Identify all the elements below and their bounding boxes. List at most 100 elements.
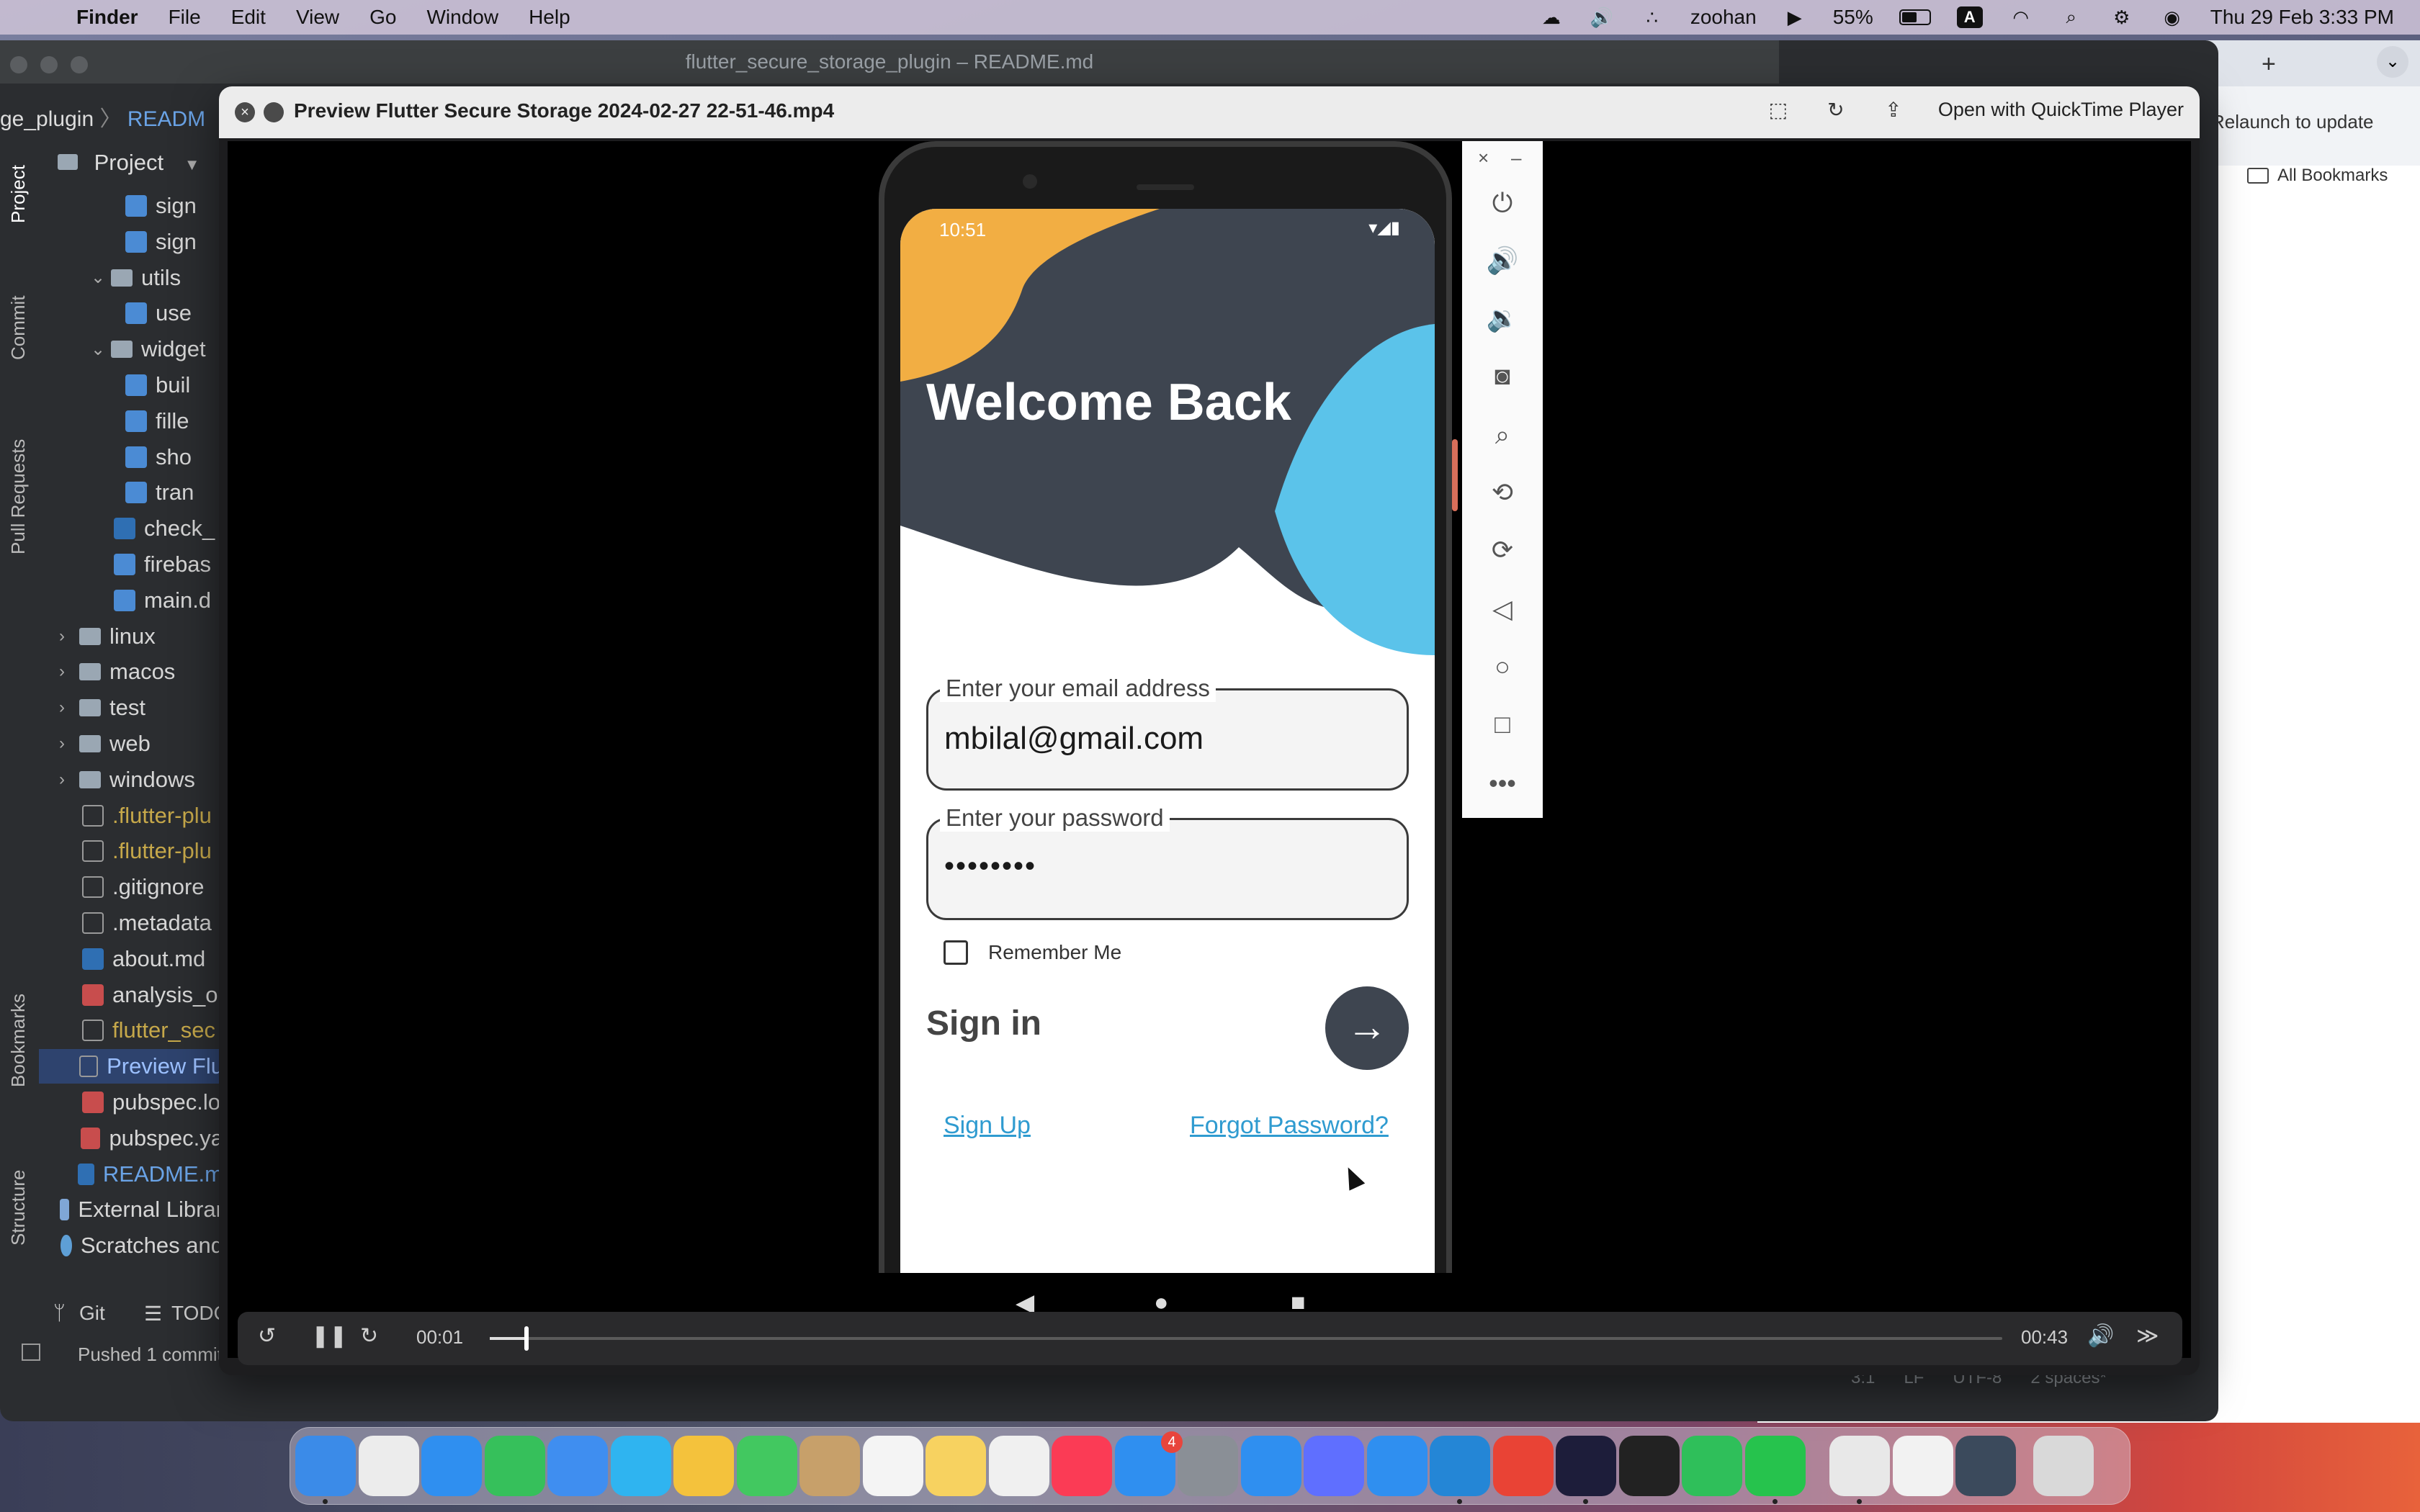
obs-icon[interactable] xyxy=(1556,1436,1616,1496)
launchpad-icon[interactable] xyxy=(358,1436,419,1496)
siri-icon[interactable]: ◉ xyxy=(2160,6,2184,28)
tab-git[interactable]: Git xyxy=(79,1302,105,1325)
menu-view[interactable]: View xyxy=(296,6,339,29)
menu-go[interactable]: Go xyxy=(369,6,396,29)
tree-item[interactable]: External Librar xyxy=(50,1192,223,1227)
tree-item[interactable]: Preview Flu xyxy=(39,1049,223,1084)
panel-toggle-icon[interactable] xyxy=(22,1344,40,1361)
tree-item[interactable]: fille xyxy=(125,404,223,438)
rotate-left-icon[interactable]: ⟲ xyxy=(1485,475,1520,510)
more-icon[interactable]: ••• xyxy=(1485,766,1520,801)
tree-item[interactable]: firebas xyxy=(94,547,223,582)
tree-item[interactable]: use xyxy=(125,296,223,330)
close-window-button[interactable] xyxy=(10,56,27,73)
freeform-icon[interactable] xyxy=(988,1436,1049,1496)
remember-me-row[interactable]: Remember Me xyxy=(944,940,1121,965)
tree-item[interactable]: ⌄ utils xyxy=(91,261,220,295)
remember-me-checkbox[interactable] xyxy=(944,940,968,965)
new-tab-icon[interactable]: + xyxy=(2262,50,2276,78)
home-icon[interactable]: ○ xyxy=(1485,649,1520,684)
tree-item[interactable]: README.m xyxy=(62,1157,223,1192)
chevron-right-icon[interactable]: › xyxy=(59,734,79,754)
zoom-icon[interactable]: ⌕ xyxy=(1485,418,1520,452)
chevron-right-icon[interactable]: › xyxy=(59,626,79,647)
chevron-right-icon[interactable]: › xyxy=(59,770,79,790)
rotate-icon[interactable]: ↻ xyxy=(1823,96,1849,122)
close-icon[interactable]: × xyxy=(1478,147,1489,169)
screenshot-icon[interactable]: ◙ xyxy=(1485,359,1520,393)
menu-file[interactable]: File xyxy=(169,6,201,29)
open-with-quicktime-button[interactable]: Open with QuickTime Player xyxy=(1938,99,2184,121)
tree-item[interactable]: buil xyxy=(125,368,223,402)
battery-icon[interactable] xyxy=(1899,9,1931,25)
overview-icon[interactable]: □ xyxy=(1485,707,1520,742)
chevron-down-icon[interactable]: ⌄ xyxy=(91,339,111,360)
tree-item[interactable]: sign xyxy=(125,225,223,259)
photos-icon[interactable] xyxy=(673,1436,734,1496)
tree-item[interactable]: Scratches and xyxy=(50,1228,223,1263)
tab-pull-requests[interactable]: Pull Requests xyxy=(7,439,30,554)
volume-down-icon[interactable]: 🔉 xyxy=(1485,301,1520,336)
instruments-icon[interactable] xyxy=(1304,1436,1364,1496)
tree-item[interactable]: › web xyxy=(59,726,220,761)
whatsapp-icon[interactable] xyxy=(1744,1436,1806,1496)
creative-cloud-icon[interactable]: ☁ xyxy=(1539,6,1564,28)
reminders-icon[interactable] xyxy=(862,1436,923,1496)
menu-window[interactable]: Window xyxy=(426,6,498,29)
minimize-window-button[interactable] xyxy=(40,56,58,73)
tree-item[interactable]: .flutter-plu xyxy=(62,834,223,868)
input-source[interactable]: A xyxy=(1956,6,1983,28)
tree-item[interactable]: ⌄ widget xyxy=(91,332,220,366)
system-settings-icon[interactable] xyxy=(1178,1436,1238,1496)
all-bookmarks-button[interactable]: All Bookmarks xyxy=(2247,166,2388,186)
scrubber-handle[interactable] xyxy=(524,1326,529,1351)
close-icon[interactable]: × xyxy=(235,102,255,122)
fullscreen-icon[interactable] xyxy=(264,102,284,122)
forgot-password-link[interactable]: Forgot Password? xyxy=(1190,1112,1389,1140)
sign-in-button[interactable]: → xyxy=(1325,986,1409,1070)
tree-item[interactable]: analysis_o xyxy=(62,978,223,1012)
mail-icon[interactable] xyxy=(547,1436,608,1496)
notes-icon[interactable] xyxy=(926,1436,986,1496)
menu-help[interactable]: Help xyxy=(529,6,570,29)
email-field[interactable]: Enter your email address mbilal@gmail.co… xyxy=(926,675,1409,791)
tree-item[interactable]: flutter_sec xyxy=(62,1013,223,1048)
facetime-alt-icon[interactable] xyxy=(1682,1436,1742,1496)
rotate-right-icon[interactable]: ⟳ xyxy=(1485,533,1520,567)
sign-up-link[interactable]: Sign Up xyxy=(944,1112,1031,1140)
share-icon[interactable]: ⇪ xyxy=(1881,96,1906,122)
menu-datetime[interactable]: Thu 29 Feb 3:33 PM xyxy=(2210,6,2394,29)
relaunch-to-update-button[interactable]: Relaunch to update xyxy=(2211,111,2374,133)
skip-forward-15-icon[interactable]: ↻ xyxy=(360,1323,378,1349)
tree-item[interactable]: pubspec.lo xyxy=(62,1085,223,1120)
back-icon[interactable]: ◁ xyxy=(1485,592,1520,626)
menu-user[interactable]: zoohan xyxy=(1690,6,1757,29)
fast-forward-icon[interactable]: ≫ xyxy=(2136,1323,2159,1349)
tab-structure[interactable]: Structure xyxy=(7,1170,30,1246)
facetime-icon[interactable] xyxy=(736,1436,797,1496)
volume-icon[interactable]: 🔊 xyxy=(1590,6,1614,28)
vscode-icon[interactable] xyxy=(1430,1436,1490,1496)
tree-item[interactable]: check_ xyxy=(94,511,223,546)
tab-project[interactable]: Project xyxy=(7,165,30,223)
quicktime-icon[interactable] xyxy=(1955,1436,2016,1496)
breadcrumb-file[interactable]: READM xyxy=(127,107,205,131)
menu-app-name[interactable]: Finder xyxy=(76,6,138,29)
zoom-window-button[interactable] xyxy=(71,56,88,73)
menu-edit[interactable]: Edit xyxy=(231,6,266,29)
maps-icon[interactable] xyxy=(610,1436,671,1496)
simulator-icon[interactable] xyxy=(1366,1436,1428,1496)
tab-commit[interactable]: Commit xyxy=(7,295,30,360)
play-icon[interactable]: ▶ xyxy=(1783,6,1807,28)
password-field[interactable]: Enter your password •••••••• xyxy=(926,804,1409,920)
tree-item[interactable]: .flutter-plu xyxy=(62,798,223,833)
project-view-selector[interactable]: Project ▼ xyxy=(58,150,200,176)
tree-item[interactable]: about.md xyxy=(62,942,223,976)
volume-icon[interactable]: 🔊 xyxy=(2087,1323,2114,1349)
messages-icon[interactable] xyxy=(484,1436,545,1496)
preview-icon[interactable] xyxy=(1829,1436,1890,1496)
trash-icon[interactable] xyxy=(2033,1436,2094,1496)
music-icon[interactable] xyxy=(1052,1436,1112,1496)
tree-item[interactable]: .metadata xyxy=(62,906,223,940)
chrome-icon[interactable] xyxy=(1492,1436,1554,1496)
